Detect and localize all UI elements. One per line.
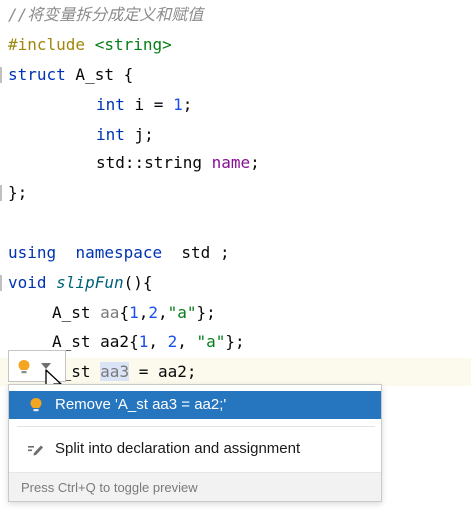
aa2-decl: A_st aa2{ (52, 332, 139, 351)
comma: , (177, 332, 197, 351)
bulb-icon (18, 360, 30, 374)
namespace-keyword: namespace (75, 243, 163, 262)
unused-var: aa (100, 303, 120, 322)
string-literal: "a" (167, 303, 197, 322)
preview-hint: Press Ctrl+Q to toggle preview (21, 480, 198, 495)
aa-line: A_st aa{1,2,"a"}; (52, 300, 216, 326)
function-line: void slipFun(){ (8, 270, 153, 296)
include-header: <string> (85, 35, 172, 54)
comment-line: //将变量拆分成定义和赋值 (8, 2, 203, 28)
void-keyword: void (8, 273, 47, 292)
intention-actions-popup: Remove 'A_st aa3 = aa2;' Split into decl… (8, 384, 382, 502)
popup-footer: Press Ctrl+Q to toggle preview (9, 472, 381, 501)
include-line: #include <string> (8, 32, 172, 58)
using-keyword: using (8, 243, 57, 262)
number-literal: 2 (148, 303, 158, 322)
struct-close-line: }; (8, 180, 27, 206)
struct-close: }; (8, 183, 28, 202)
number-literal: 2 (167, 332, 178, 351)
aa2-line: A_st aa2{1, 2, "a"}; (52, 329, 245, 355)
bulb-icon (30, 398, 42, 412)
namespace-std: std ; (162, 243, 230, 262)
split-declaration-item[interactable]: Split into declaration and assignment (9, 435, 381, 463)
comma: , (148, 332, 168, 351)
menu-item-label: Remove 'A_st aa3 = aa2;' (55, 396, 227, 413)
comma: , (158, 303, 168, 322)
brace-close: }; (225, 332, 245, 351)
int-keyword: int (96, 95, 125, 114)
struct-name: A_st { (65, 65, 134, 84)
struct-keyword: struct (8, 65, 66, 84)
struct-line: struct A_st { (8, 62, 133, 88)
semicolon: ; (250, 153, 260, 172)
fold-marker[interactable] (0, 275, 2, 291)
member-name-line: std::string name; (96, 150, 260, 176)
menu-divider (17, 426, 375, 427)
fold-marker[interactable] (0, 185, 2, 201)
member-j-line: int j; (96, 122, 154, 148)
pencil-icon (28, 445, 43, 456)
assignment: = aa2; (129, 362, 197, 381)
function-name: slipFun (46, 273, 124, 292)
unused-var: aa3 (100, 362, 130, 381)
aa3-line: A_st aa3 = aa2; (52, 359, 197, 385)
fold-marker[interactable] (0, 67, 2, 83)
include-directive: #include (8, 35, 86, 54)
type-name: A_st (52, 303, 101, 322)
string-literal: "a" (196, 332, 226, 351)
menu-item-label: Split into declaration and assignment (55, 440, 301, 457)
number-literal: 1 (129, 303, 139, 322)
remove-statement-item[interactable]: Remove 'A_st aa3 = aa2;' (9, 391, 381, 419)
comment-text: //将变量拆分成定义和赋值 (8, 5, 204, 24)
member-i-line: int i = 1; (96, 92, 192, 118)
using-line: using namespace std ; (8, 240, 230, 266)
comma: , (138, 303, 149, 322)
int-keyword: int (96, 125, 125, 144)
brace: { (119, 303, 130, 322)
number-literal: 1 (138, 332, 149, 351)
number-literal: 1 (173, 95, 183, 114)
member-name: name (211, 153, 251, 172)
member-j-decl: j; (124, 125, 154, 144)
brace-close: }; (196, 303, 216, 322)
function-paren: (){ (123, 273, 153, 292)
member-i-decl: i = (124, 95, 174, 114)
string-type: std::string (96, 153, 212, 172)
semicolon: ; (182, 95, 193, 114)
